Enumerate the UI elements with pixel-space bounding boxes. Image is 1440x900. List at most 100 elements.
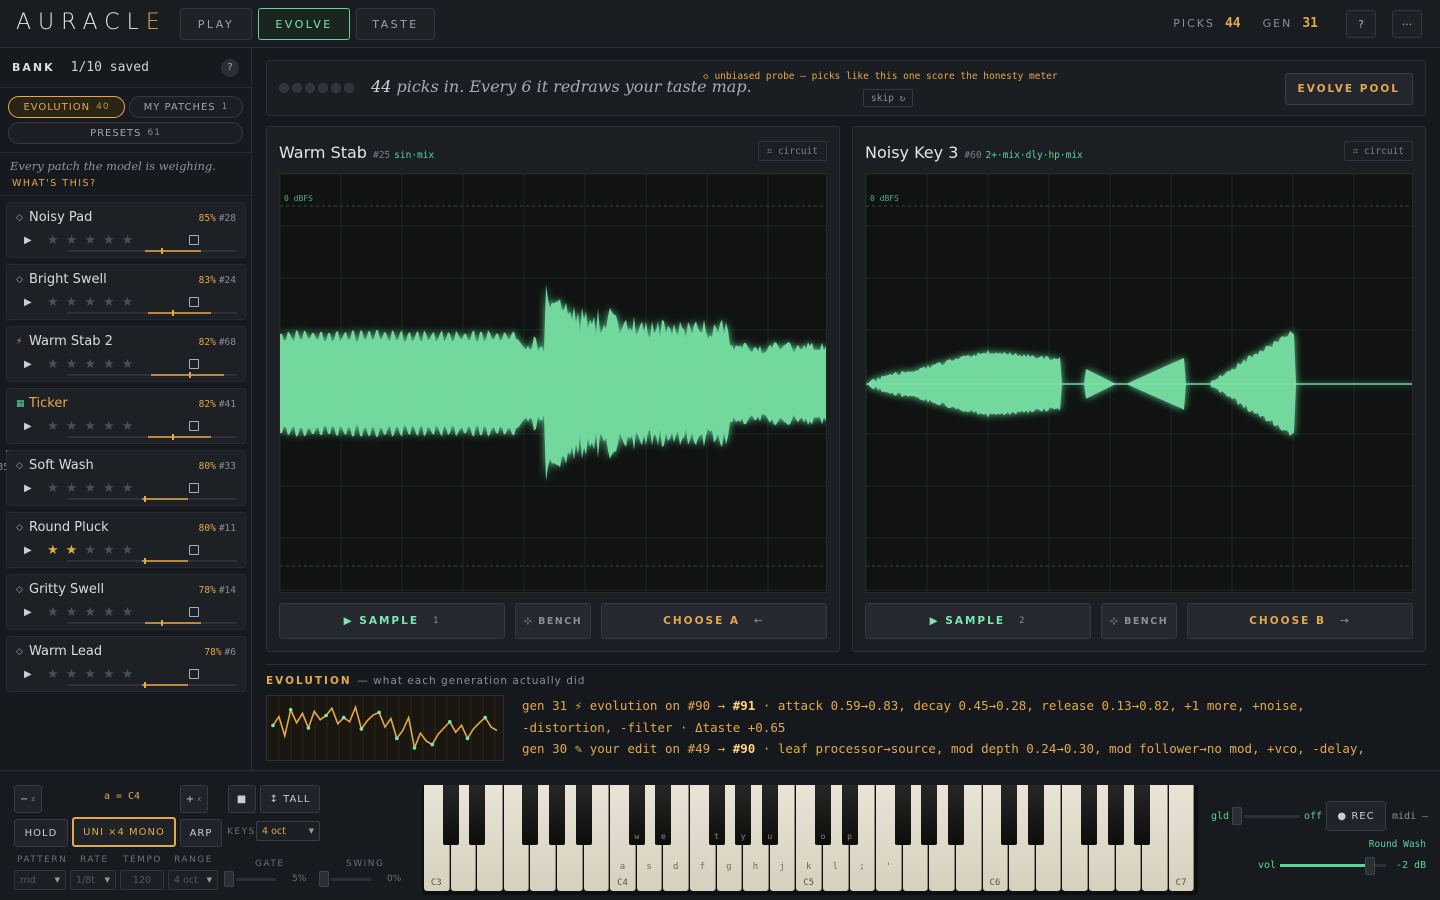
record-button[interactable]: ● REC [1326,801,1386,831]
card-b-sample-button[interactable]: ▶ SAMPLE 2 [865,603,1091,639]
patch-save-icon[interactable] [189,669,199,679]
patch-item[interactable]: ◇ Bright Swell 83% #24 ▶ ★★★★★ [6,264,246,320]
gate-slider[interactable] [236,878,276,881]
black-key[interactable]: u [761,785,778,845]
tab-play[interactable]: PLAY [180,8,252,40]
rating-star-icon[interactable]: ★ [66,481,85,496]
glide-slider[interactable] [1244,815,1300,818]
black-key[interactable]: o [815,785,831,845]
black-key[interactable]: y [735,785,752,845]
rating-star-icon[interactable]: ★ [84,295,103,310]
rating-star-icon[interactable]: ★ [103,357,122,372]
rating-star-icon[interactable]: ★ [103,419,122,434]
patch-save-icon[interactable] [189,607,199,617]
black-key[interactable] [549,785,565,845]
patch-save-icon[interactable] [189,359,199,369]
rating-star-icon[interactable]: ★ [84,605,103,620]
card-b-circuit-button[interactable]: ⌗ circuit [1343,141,1413,161]
rating-star-icon[interactable]: ★ [84,357,103,372]
rating-star-icon[interactable]: ★ [84,543,103,558]
rating-star-icon[interactable]: ★ [122,419,141,434]
pattern-select[interactable]: rnd ▼ [14,870,66,890]
volume-slider-handle[interactable] [1365,857,1376,875]
whats-this-link[interactable]: WHAT'S THIS? [10,178,241,189]
tab-evolve[interactable]: EVOLVE [258,8,350,40]
patch-play-icon[interactable]: ▶ [24,421,32,432]
rating-star-icon[interactable]: ★ [84,481,103,496]
rating-star-icon[interactable]: ★ [84,419,103,434]
black-key[interactable]: p [841,785,858,845]
rating-star-icon[interactable]: ★ [66,295,85,310]
skip-button[interactable]: skip ↻ [863,89,914,107]
rate-select[interactable]: 1/8t ▼ [70,870,116,890]
filter-my-patches[interactable]: MY PATCHES 1 [129,96,243,118]
rating-star-icon[interactable]: ★ [47,295,66,310]
rating-star-icon[interactable]: ★ [103,667,122,682]
rating-star-icon[interactable]: ★ [47,667,66,682]
rating-star-icon[interactable]: ★ [66,357,85,372]
rating-star-icon[interactable]: ★ [103,233,122,248]
black-key[interactable] [894,785,911,845]
black-key[interactable]: e [655,785,672,845]
rating-star-icon[interactable]: ★ [47,543,66,558]
black-key[interactable] [469,785,486,845]
patch-save-icon[interactable] [189,297,199,307]
black-key[interactable] [1134,785,1151,845]
patch-play-icon[interactable]: ▶ [24,359,32,370]
octave-down-button[interactable]: − z [14,785,42,813]
midi-status[interactable]: midi – [1392,811,1428,822]
filter-presets[interactable]: PRESETS 61 [8,122,243,144]
black-key[interactable] [575,785,592,845]
black-key[interactable]: t [708,785,725,845]
patch-item[interactable]: ◇ Soft Wash 80% #33 ▶ ★★★★★ [6,450,246,506]
keys-select[interactable]: 4 oct ▼ [256,821,320,841]
bank-help-icon[interactable]: ? [221,58,239,77]
octave-up-button[interactable]: + x [180,785,208,813]
card-a-sample-button[interactable]: ▶ SAMPLE 1 [279,603,505,639]
rating-star-icon[interactable]: ★ [122,667,141,682]
tempo-input[interactable]: 120 [120,870,164,890]
rating-star-icon[interactable]: ★ [66,543,85,558]
rating-star-icon[interactable]: ★ [47,481,66,496]
rating-star-icon[interactable]: ★ [66,233,85,248]
rating-star-icon[interactable]: ★ [66,667,85,682]
choose-a-button[interactable]: CHOOSE A ← [601,603,827,639]
swing-slider[interactable] [331,878,371,881]
tab-taste[interactable]: TASTE [356,8,435,40]
patch-play-icon[interactable]: ▶ [24,607,32,618]
rating-star-icon[interactable]: ★ [84,233,103,248]
evolve-pool-button[interactable]: EVOLVE POOL [1284,73,1413,105]
rating-star-icon[interactable]: ★ [103,481,122,496]
rating-star-icon[interactable]: ★ [103,543,122,558]
card-a-bench-button[interactable]: ⊹ BENCH [515,603,591,639]
black-key[interactable]: w [628,785,645,845]
black-key[interactable] [1081,785,1097,845]
black-key[interactable] [1107,785,1124,845]
patch-play-icon[interactable]: ▶ [24,669,32,680]
rating-star-icon[interactable]: ★ [47,605,66,620]
patch-item[interactable]: ◇ Noisy Pad 85% #28 ▶ ★★★★★ [6,202,246,258]
range-select[interactable]: 4 oct ▼ [168,870,218,890]
black-key[interactable] [1001,785,1018,845]
unison-mono-button[interactable]: UNI ×4 MONO [72,817,176,847]
patch-save-icon[interactable] [189,235,199,245]
patch-item[interactable]: ◇ Gritty Swell 78% #14 ▶ ★★★★★ [6,574,246,630]
rating-star-icon[interactable]: ★ [84,667,103,682]
black-key[interactable] [1027,785,1044,845]
gate-slider-handle[interactable] [224,871,234,887]
patch-play-icon[interactable]: ▶ [24,483,32,494]
glide-slider-handle[interactable] [1232,807,1242,825]
rating-star-icon[interactable]: ★ [122,481,141,496]
patch-save-icon[interactable] [189,421,199,431]
black-key[interactable] [921,785,938,845]
rating-star-icon[interactable]: ★ [47,419,66,434]
black-key[interactable] [522,785,539,845]
filter-evolution[interactable]: EVOLUTION 40 [8,96,125,118]
white-key[interactable]: C7 [1168,785,1195,891]
swing-slider-handle[interactable] [319,871,329,887]
rating-star-icon[interactable]: ★ [103,295,122,310]
more-menu-button[interactable]: ··· [1392,10,1422,38]
rating-star-icon[interactable]: ★ [122,233,141,248]
rating-star-icon[interactable]: ★ [47,357,66,372]
rating-star-icon[interactable]: ★ [122,357,141,372]
